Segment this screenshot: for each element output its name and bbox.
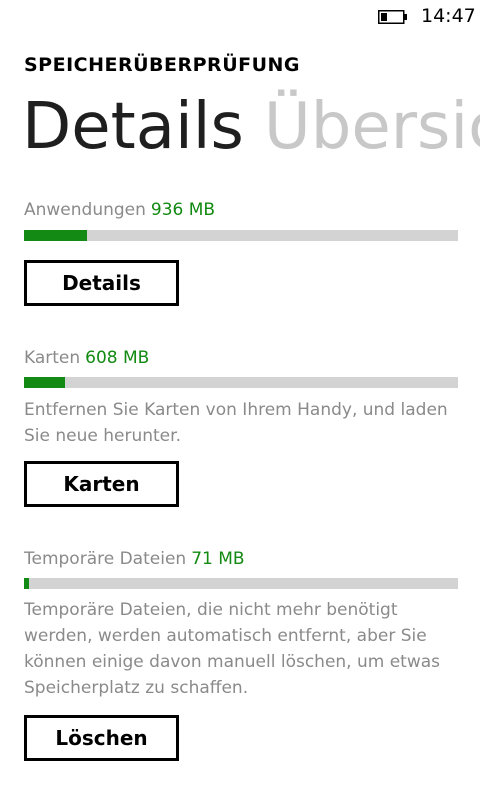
usage-bar-maps [24,377,458,388]
section-title: Karten [24,348,81,368]
maps-button[interactable]: Karten [24,461,179,507]
clock: 14:47 [421,5,476,27]
pivot-item-overview[interactable]: Übersic [264,90,480,164]
delete-button[interactable]: Löschen [24,715,179,761]
usage-bar-fill [24,377,66,388]
section-value: 936 MB [150,200,216,220]
section-label-apps: Anwendungen 936 MB [24,200,215,220]
section-label-temp-files: Temporäre Dateien 71 MB [24,549,245,569]
section-label-maps: Karten 608 MB [24,348,149,368]
pivot-header: Details Übersic [22,86,480,168]
usage-bar-apps [24,230,458,241]
app-title: SPEICHERÜBERPRÜFUNG [24,54,301,76]
section-title: Temporäre Dateien [24,549,187,569]
usage-bar-fill [24,578,30,589]
section-value: 608 MB [85,348,150,368]
maps-description: Entfernen Sie Karten von Ihrem Handy, un… [24,400,448,446]
battery-icon [378,10,407,24]
section-title: Anwendungen [24,200,146,220]
status-bar: 14:47 [0,0,480,32]
temp-files-description: Temporäre Dateien, die nicht mehr benöti… [24,600,441,698]
details-button[interactable]: Details [24,260,179,306]
section-value: 71 MB [191,549,245,569]
usage-bar-fill [24,230,87,241]
usage-bar-temp-files [24,578,458,589]
pivot-item-details[interactable]: Details [22,90,244,164]
